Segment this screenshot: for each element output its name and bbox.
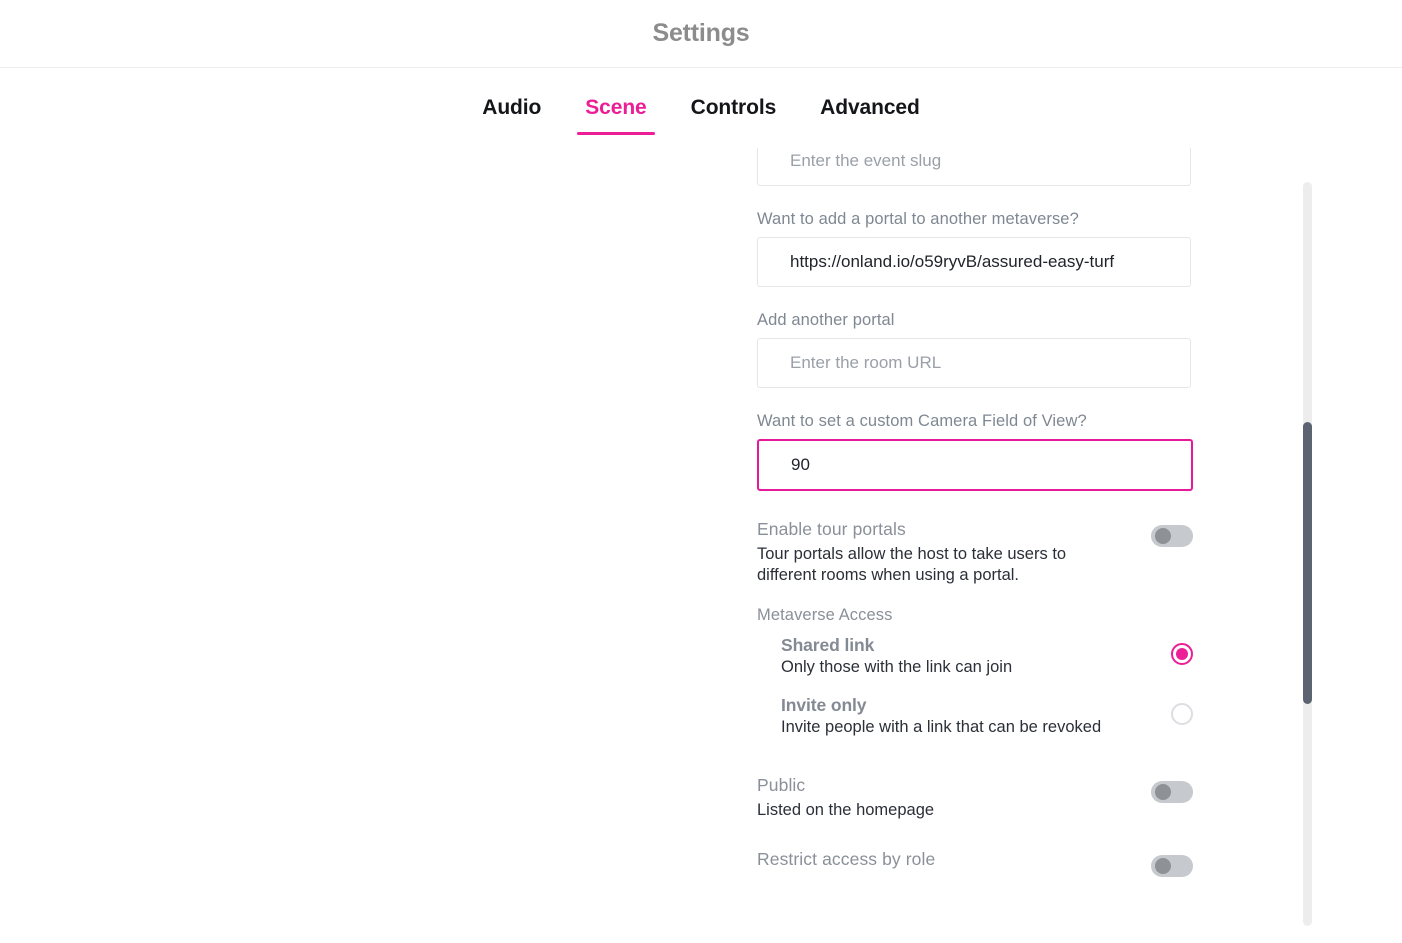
settings-window: Settings Audio Scene Controls Advanced W… [0, 0, 1402, 943]
page-title: Settings [652, 19, 750, 47]
camera-fov-input[interactable] [757, 439, 1193, 491]
vertical-scrollbar-track[interactable] [1303, 182, 1312, 926]
public-toggle[interactable] [1151, 781, 1193, 803]
settings-tabbar: Audio Scene Controls Advanced [0, 68, 1402, 148]
invite-only-description: Invite people with a link that can be re… [781, 718, 1102, 736]
settings-scroll-area: Want to add a portal to another metavers… [0, 148, 1402, 943]
restrict-access-text: Restrict access by role [757, 849, 1151, 874]
portal-primary-input[interactable] [757, 237, 1191, 287]
public-text: Public Listed on the homepage [757, 775, 1151, 821]
metaverse-access-option-shared-link[interactable]: Shared link Only those with the link can… [757, 635, 1193, 677]
shared-link-description: Only those with the link can join [781, 658, 1013, 676]
tour-portals-description: Tour portals allow the host to take user… [757, 545, 1067, 584]
portal-secondary-label: Add another portal [757, 311, 895, 329]
tab-scene[interactable]: Scene [563, 81, 668, 135]
tab-controls[interactable]: Controls [669, 81, 799, 135]
shared-link-text: Shared link Only those with the link can… [781, 635, 1171, 677]
toggle-knob-icon [1155, 784, 1171, 800]
portal-primary-label: Want to add a portal to another metavers… [757, 210, 1079, 228]
tour-portals-toggle[interactable] [1151, 525, 1193, 547]
event-slug-input[interactable] [757, 148, 1191, 186]
tab-audio[interactable]: Audio [460, 81, 563, 135]
vertical-scrollbar-thumb[interactable] [1303, 422, 1312, 704]
tab-advanced[interactable]: Advanced [798, 81, 942, 135]
tour-portals-text: Enable tour portals Tour portals allow t… [757, 519, 1151, 586]
restrict-access-toggle[interactable] [1151, 855, 1193, 877]
scene-settings-form: Want to add a portal to another metavers… [757, 148, 1193, 877]
restrict-access-by-role-row: Restrict access by role [757, 849, 1193, 877]
invite-only-radio[interactable] [1171, 703, 1193, 725]
metaverse-access-option-invite-only[interactable]: Invite only Invite people with a link th… [757, 695, 1193, 737]
toggle-knob-icon [1155, 858, 1171, 874]
toggle-knob-icon [1155, 528, 1171, 544]
metaverse-access-label: Metaverse Access [757, 606, 893, 624]
public-row: Public Listed on the homepage [757, 775, 1193, 821]
public-title: Public [757, 775, 806, 795]
invite-only-title: Invite only [781, 695, 867, 715]
shared-link-title: Shared link [781, 635, 875, 655]
tour-portals-title: Enable tour portals [757, 519, 906, 539]
shared-link-radio[interactable] [1171, 643, 1193, 665]
restrict-access-title: Restrict access by role [757, 849, 936, 869]
camera-fov-label: Want to set a custom Camera Field of Vie… [757, 412, 1087, 430]
portal-secondary-input[interactable] [757, 338, 1191, 388]
tour-portals-row: Enable tour portals Tour portals allow t… [757, 519, 1193, 586]
window-header: Settings [0, 0, 1402, 68]
public-description: Listed on the homepage [757, 801, 935, 819]
invite-only-text: Invite only Invite people with a link th… [781, 695, 1171, 737]
